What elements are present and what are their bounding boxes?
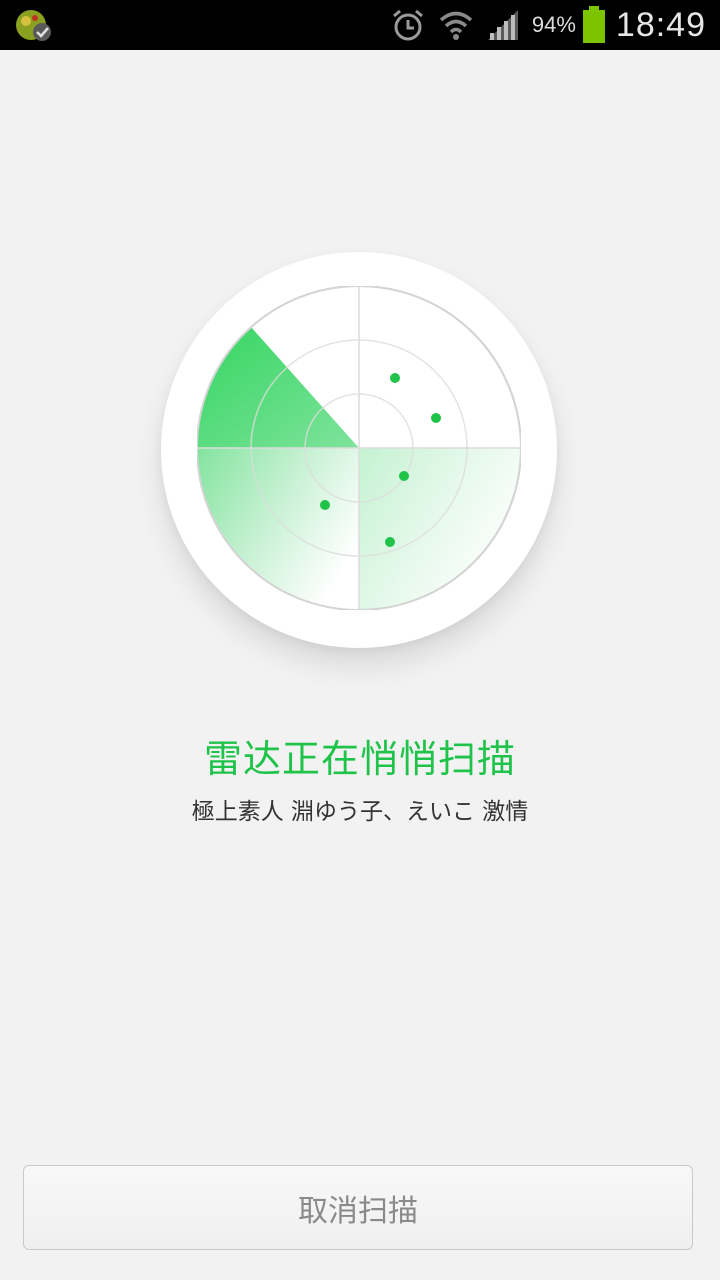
radar-dot bbox=[399, 471, 409, 481]
radar-dot bbox=[385, 537, 395, 547]
wifi-icon bbox=[438, 7, 474, 43]
radar-trail-bottom-left bbox=[197, 448, 359, 610]
radar-dot bbox=[390, 373, 400, 383]
scan-subtitle: 極上素人 淵ゆう子、えいこ 激情 bbox=[191, 799, 529, 825]
radar-display bbox=[197, 286, 521, 610]
clock: 18:49 bbox=[615, 5, 706, 44]
battery-icon bbox=[582, 6, 606, 44]
signal-icon bbox=[486, 8, 520, 42]
scan-title: 雷达正在悄悄扫描 bbox=[203, 737, 516, 781]
status-bar: 94% 18:49 bbox=[0, 0, 720, 50]
radar-trail-bottom-right bbox=[359, 448, 521, 610]
cancel-scan-button[interactable]: 取消扫描 bbox=[23, 1165, 693, 1250]
alarm-icon bbox=[390, 7, 426, 43]
battery-percent: 94% bbox=[531, 12, 576, 37]
app-notification-icon bbox=[14, 8, 54, 44]
cancel-scan-label: 取消扫描 bbox=[298, 1193, 418, 1229]
radar-dot bbox=[320, 500, 330, 510]
status-icons: 94% 18:49 bbox=[390, 0, 706, 50]
radar-dot bbox=[431, 413, 441, 423]
